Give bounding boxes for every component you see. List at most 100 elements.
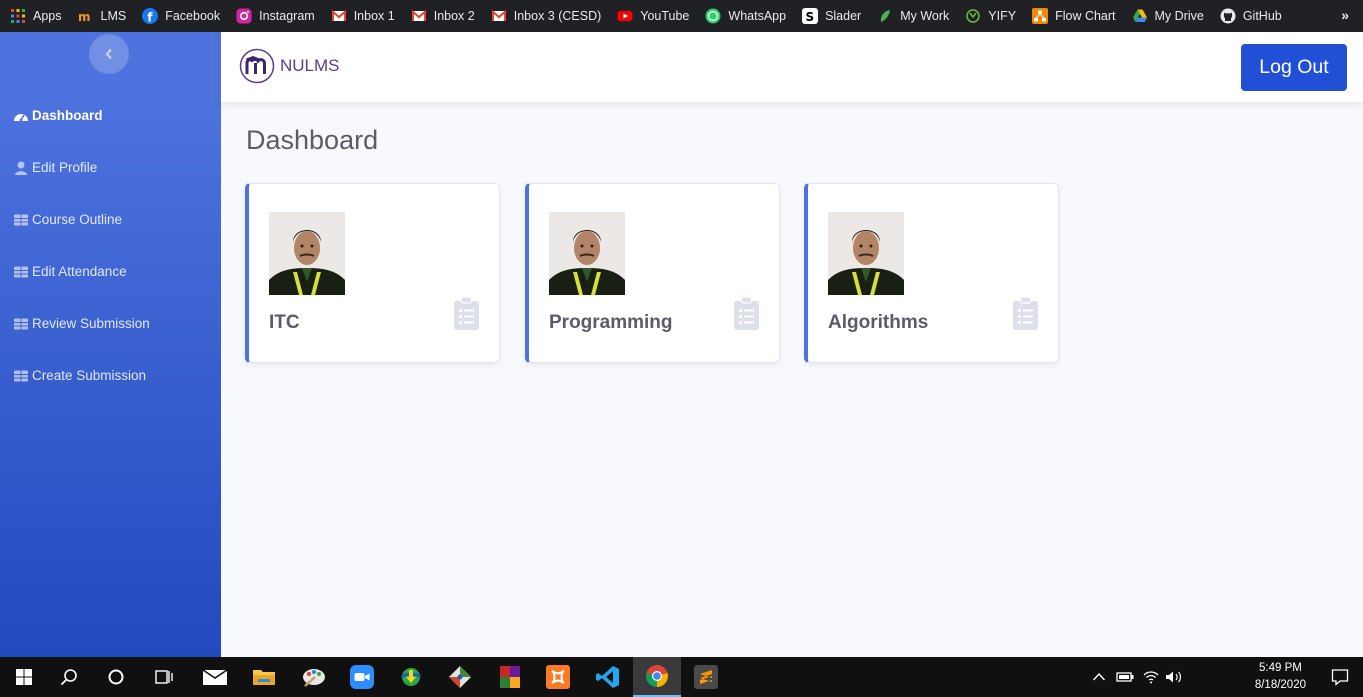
bookmark-yify[interactable]: YIFY — [965, 8, 1016, 24]
taskbar-app-mail[interactable] — [191, 657, 239, 697]
sidebar-item-edit-profile[interactable]: Edit Profile — [13, 160, 97, 175]
taskbar-app-chrome[interactable] — [633, 657, 681, 697]
wifi-icon[interactable] — [1143, 670, 1159, 684]
task-view-icon — [155, 670, 173, 684]
taskbar-app-git[interactable] — [436, 657, 484, 697]
brand-name: NULMS — [280, 56, 340, 75]
sidebar-item-dashboard[interactable]: Dashboard — [13, 108, 103, 123]
taskbar-clock[interactable]: 5:49 PM 8/18/2020 — [1255, 660, 1306, 694]
battery-icon[interactable] — [1116, 671, 1134, 683]
instructor-avatar — [269, 212, 345, 295]
course-title: ITC — [269, 312, 300, 333]
sidebar-item-label: Create Submission — [32, 368, 147, 383]
course-title: Programming — [549, 312, 673, 333]
bookmark-instagram[interactable]: Instagram — [236, 8, 315, 24]
logout-button[interactable]: Log Out — [1241, 44, 1347, 91]
windows-start-icon — [16, 669, 32, 685]
bookmark-apps[interactable]: Apps — [10, 8, 62, 24]
windows-taskbar: 5:49 PM 8/18/2020 — [0, 657, 1363, 697]
course-card-programming[interactable]: Programming — [525, 183, 780, 363]
task-view-button[interactable] — [140, 657, 188, 697]
bookmark-facebook[interactable]: f Facebook — [142, 8, 220, 24]
bookmark-my-work[interactable]: My Work — [877, 8, 949, 24]
sidebar-item-label: Dashboard — [32, 108, 103, 123]
table-icon — [14, 318, 28, 329]
sidebar-item-label: Edit Profile — [32, 160, 98, 175]
slader-icon: S — [802, 8, 819, 24]
bookmark-youtube[interactable]: YouTube — [617, 8, 689, 24]
nulms-logo — [239, 48, 275, 84]
taskbar-app-zoom[interactable] — [338, 657, 386, 697]
bookmark-inbox-3[interactable]: Inbox 3 (CESD) — [491, 8, 602, 24]
tachometer-icon — [14, 113, 28, 121]
bookmark-my-drive[interactable]: My Drive — [1132, 8, 1204, 24]
bookmark-label: WhatsApp — [728, 9, 787, 23]
gmail-icon — [411, 10, 427, 21]
bookmark-inbox-1[interactable]: Inbox 1 — [331, 8, 395, 24]
file-explorer-icon — [253, 670, 275, 685]
table-icon — [14, 214, 28, 225]
mail-icon — [202, 669, 228, 685]
taskbar-app-file-explorer[interactable] — [240, 657, 288, 697]
taskbar-app-vscode[interactable] — [584, 657, 632, 697]
gmail-icon — [331, 10, 347, 21]
chevron-up-icon[interactable] — [1092, 672, 1106, 682]
sidebar-item-review-submission[interactable]: Review Submission — [13, 316, 150, 331]
bookmark-whatsapp[interactable]: WhatsApp — [705, 8, 786, 24]
leaf-icon — [881, 10, 891, 22]
sidebar-toggle-button[interactable] — [89, 34, 129, 74]
chrome-icon — [646, 665, 668, 687]
github-icon — [1220, 8, 1236, 24]
system-tray — [1092, 657, 1183, 697]
bookmarks-bar: Apps m LMS f Facebook Instagram Inbox 1 … — [0, 0, 1363, 32]
bookmark-lms[interactable]: m LMS — [78, 8, 127, 24]
search-icon — [60, 669, 77, 686]
taskbar-app-winrar[interactable] — [486, 657, 534, 697]
action-center-button[interactable] — [1331, 657, 1349, 697]
taskbar-app-xampp[interactable] — [534, 657, 582, 697]
topbar: NULMS Log Out — [221, 32, 1363, 102]
start-button[interactable] — [0, 657, 48, 697]
bookmarks-overflow-button[interactable]: » — [1341, 7, 1349, 23]
clipboard-list-icon — [454, 297, 479, 330]
lms-icon: m — [78, 10, 91, 24]
instructor-avatar — [549, 212, 625, 295]
sidebar-item-course-outline[interactable]: Course Outline — [13, 212, 122, 227]
clock-time: 5:49 PM — [1259, 662, 1302, 674]
yify-icon — [966, 9, 981, 23]
taskbar-search-button[interactable] — [45, 657, 93, 697]
sublime-icon — [694, 665, 718, 689]
table-icon — [14, 266, 28, 277]
user-icon — [15, 161, 27, 175]
taskbar-app-sublime[interactable] — [682, 657, 730, 697]
bookmark-label: My Work — [900, 9, 950, 23]
taskbar-app-idm[interactable] — [387, 657, 435, 697]
taskbar-app-paint[interactable] — [290, 657, 338, 697]
bookmark-label: Inbox 3 (CESD) — [513, 9, 602, 23]
bookmark-label: Slader — [825, 9, 862, 23]
idm-icon — [400, 668, 422, 686]
bookmark-label: Facebook — [165, 9, 221, 23]
flowchart-icon — [1032, 8, 1049, 24]
whatsapp-icon — [705, 8, 721, 24]
bookmark-label: Inbox 1 — [353, 9, 395, 23]
bookmark-inbox-2[interactable]: Inbox 2 — [411, 8, 475, 24]
cortana-button[interactable] — [92, 657, 140, 697]
sidebar-item-edit-attendance[interactable]: Edit Attendance — [13, 264, 127, 279]
course-card-itc[interactable]: ITC — [245, 183, 500, 363]
svg-text:m: m — [78, 10, 91, 24]
course-card-algorithms[interactable]: Algorithms — [804, 183, 1059, 363]
sidebar-item-create-submission[interactable]: Create Submission — [13, 368, 146, 383]
gmail-icon — [491, 10, 507, 21]
bookmark-label: LMS — [100, 9, 127, 23]
bookmark-github[interactable]: GitHub — [1220, 8, 1282, 24]
brand[interactable]: NULMS — [239, 48, 340, 84]
cortana-icon — [108, 669, 124, 685]
chevron-left-icon — [105, 48, 112, 60]
vscode-icon — [596, 666, 619, 688]
bookmark-slader[interactable]: S Slader — [802, 8, 861, 24]
facebook-icon: f — [142, 8, 159, 24]
bookmark-flow-chart[interactable]: Flow Chart — [1032, 8, 1116, 24]
volume-icon[interactable] — [1165, 670, 1183, 684]
instagram-icon — [236, 8, 252, 24]
